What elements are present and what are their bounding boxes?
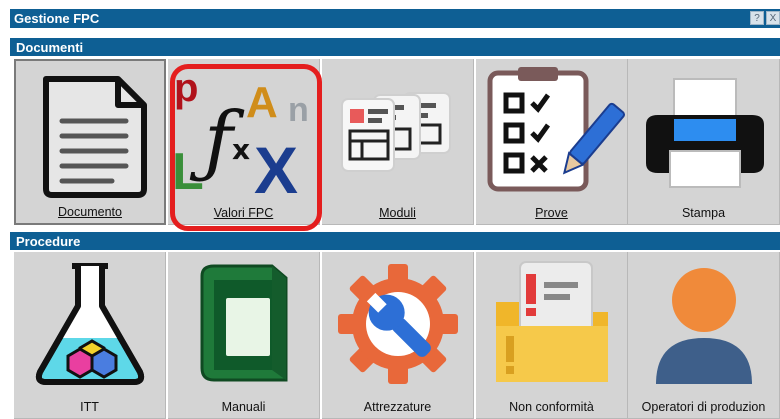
document-icon — [43, 76, 147, 198]
svg-text:x: x — [232, 133, 250, 166]
checklist-icon — [487, 67, 626, 192]
section-header-documenti: Documenti — [10, 37, 780, 56]
tile-label-operatori: Operatori di produzion — [641, 400, 766, 414]
tile-label-valori-fpc: Valori FPC — [213, 206, 274, 220]
tile-label-non-conformita: Non conformità — [509, 400, 594, 414]
formula-icon: p ƒ x A n L X — [172, 66, 309, 199]
svg-text:p: p — [174, 66, 198, 110]
user-icon — [656, 268, 752, 384]
tile-valori-fpc[interactable]: p ƒ x A n L X Valori FPC — [168, 59, 320, 225]
tile-moduli[interactable]: Moduli — [322, 59, 474, 225]
tile-stampa[interactable]: Stampa — [628, 59, 780, 225]
svg-text:A: A — [246, 78, 278, 127]
tile-prove[interactable]: Prove — [476, 59, 628, 225]
tile-itt[interactable]: ITT — [14, 252, 166, 419]
tile-label-itt: ITT — [80, 400, 99, 414]
tile-label-prove: Prove — [535, 206, 568, 220]
svg-text:n: n — [288, 91, 309, 129]
tile-documento[interactable]: Documento — [14, 59, 166, 225]
window-title: Gestione FPC — [10, 9, 780, 28]
tile-operatori[interactable]: Operatori di produzion — [628, 252, 780, 419]
tile-label-stampa: Stampa — [681, 206, 726, 220]
tile-attrezzature[interactable]: Attrezzature — [322, 252, 474, 419]
tile-label-manuali: Manuali — [221, 400, 266, 414]
wrench-gear-icon — [338, 264, 458, 384]
book-icon — [200, 264, 288, 382]
tile-label-documento: Documento — [58, 205, 122, 219]
svg-text:X: X — [254, 133, 298, 199]
folder-alert-icon — [496, 261, 608, 382]
tile-label-moduli: Moduli — [379, 206, 416, 220]
flask-icon — [35, 263, 145, 385]
printer-icon — [646, 78, 764, 188]
forms-icon — [341, 92, 451, 172]
help-button[interactable]: ? — [750, 11, 764, 25]
tile-label-attrezzature: Attrezzature — [363, 400, 432, 414]
tile-manuali[interactable]: Manuali — [168, 252, 320, 419]
window-titlebar: Gestione FPC ? X — [0, 0, 780, 28]
svg-text:L: L — [172, 143, 204, 199]
tile-non-conformita[interactable]: Non conformità — [476, 252, 628, 419]
close-button[interactable]: X — [766, 11, 780, 25]
section-header-procedure: Procedure — [10, 231, 780, 250]
